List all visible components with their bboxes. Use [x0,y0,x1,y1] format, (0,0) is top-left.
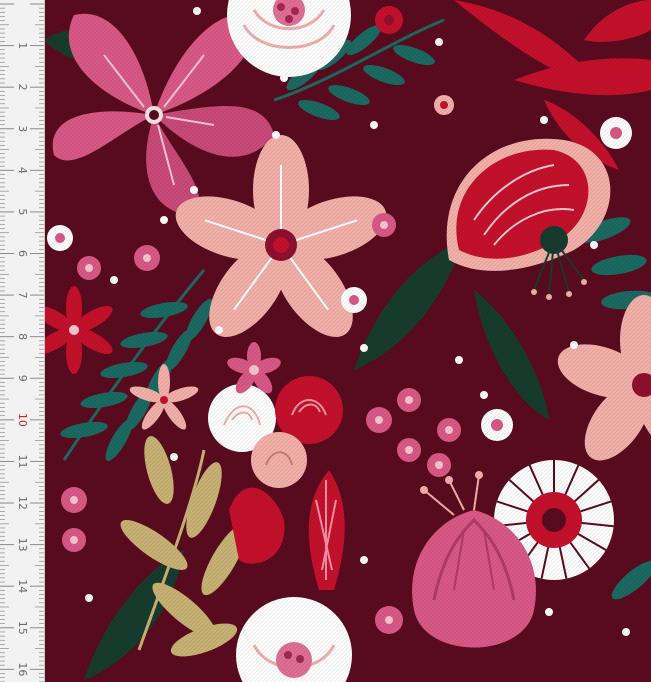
ruler-label-9: 9 [16,375,29,382]
pattern-artwork [44,0,651,682]
ruler-label-6: 6 [16,250,29,257]
ruler-label-11: 11 [16,454,29,468]
ruler-label-3: 3 [16,125,29,132]
fabric-texture [44,0,651,682]
ruler-label-4: 4 [16,167,29,174]
ruler-label-1: 1 [16,42,29,49]
ruler-label-5: 5 [16,208,29,215]
measurement-ruler: 1 2 3 4 5 6 7 8 9 10 11 12 13 14 15 16 [0,0,45,682]
ruler-label-16: 16 [16,662,29,676]
ruler-scale: 12345678910111213141516 [0,3,44,682]
ruler-label-7: 7 [16,292,29,299]
ruler-label-2: 2 [16,84,29,91]
ruler-label-15: 15 [16,621,29,635]
floral-fabric-pattern [44,0,651,682]
ruler-label-12: 12 [16,496,29,510]
ruler-label-13: 13 [16,538,29,552]
ruler-label-8: 8 [16,333,29,340]
ruler-label-14: 14 [16,579,29,593]
ruler-label-10: 10 [16,413,29,427]
fabric-swatch-view: 1 2 3 4 5 6 7 8 9 10 11 12 13 14 15 16 [0,0,651,682]
